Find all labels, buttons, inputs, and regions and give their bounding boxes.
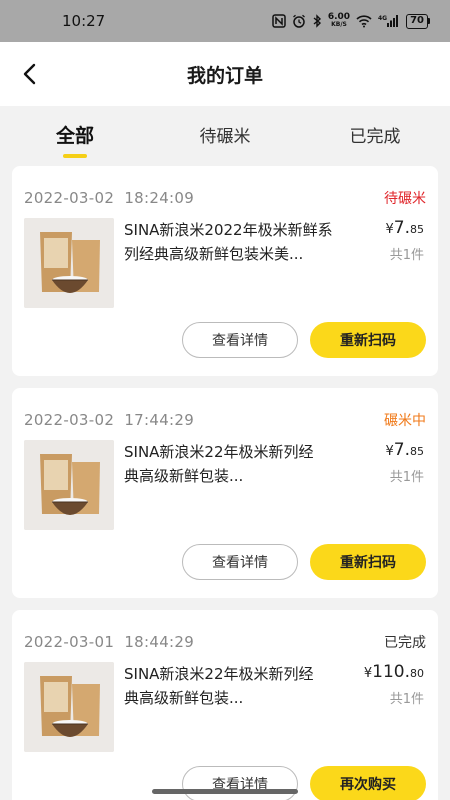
product-price: ¥110.80 bbox=[364, 662, 424, 682]
order-body: SINA新浪米22年极米新列经典高级新鲜包装... ¥110.80 共1件 bbox=[24, 662, 426, 752]
product-price: ¥7.85 bbox=[385, 218, 424, 238]
chevron-left-icon bbox=[23, 63, 36, 85]
active-tab-indicator bbox=[63, 153, 87, 158]
order-card[interactable]: 2022-03-01 18:44:29 已完成 SINA新浪米22年极米新列经典… bbox=[12, 610, 438, 800]
order-list: 2022-03-02 18:24:09 待碾米 SINA新浪米2022年极米新鲜… bbox=[0, 160, 450, 800]
price-decimal: 85 bbox=[410, 223, 424, 236]
view-details-button[interactable]: 查看详情 bbox=[182, 766, 298, 800]
nfc-icon bbox=[272, 13, 286, 29]
price-column: ¥7.85 共1件 bbox=[385, 218, 424, 263]
svg-text:4G: 4G bbox=[378, 15, 387, 22]
order-datetime: 2022-03-01 18:44:29 bbox=[24, 633, 194, 651]
order-time: 18:24:09 bbox=[124, 189, 195, 207]
price-column: ¥110.80 共1件 bbox=[364, 662, 424, 707]
order-datetime: 2022-03-02 18:24:09 bbox=[24, 189, 194, 207]
order-actions: 查看详情 重新扫码 bbox=[182, 322, 426, 358]
alarm-icon bbox=[292, 13, 306, 29]
page-title: 我的订单 bbox=[186, 64, 263, 87]
back-button[interactable] bbox=[16, 60, 44, 88]
product-price: ¥7.85 bbox=[385, 440, 424, 460]
product-name: SINA新浪米22年极米新列经典高级新鲜包装... bbox=[124, 443, 314, 485]
order-datetime: 2022-03-02 17:44:29 bbox=[24, 411, 194, 429]
order-date: 2022-03-02 bbox=[24, 189, 115, 207]
tab-label: 待碾米 bbox=[199, 126, 251, 147]
price-column: ¥7.85 共1件 bbox=[385, 440, 424, 485]
status-time: 10:27 bbox=[62, 12, 106, 30]
order-card[interactable]: 2022-03-02 17:44:29 碾米中 SINA新浪米22年极米新列经典… bbox=[12, 388, 438, 598]
tab-label: 全部 bbox=[55, 124, 94, 147]
net-speed: 6.00 KB/S bbox=[328, 13, 350, 29]
order-actions: 查看详情 重新扫码 bbox=[182, 544, 426, 580]
product-thumbnail[interactable] bbox=[24, 440, 114, 530]
product-thumbnail[interactable] bbox=[24, 662, 114, 752]
product-name: SINA新浪米22年极米新列经典高级新鲜包装... bbox=[124, 665, 314, 707]
product-thumbnail[interactable] bbox=[24, 218, 114, 308]
product-name: SINA新浪米2022年极米新鲜系列经典高级新鲜包装米美... bbox=[124, 221, 333, 263]
price-symbol: ¥ bbox=[363, 666, 373, 681]
price-decimal: 80 bbox=[410, 667, 424, 680]
battery-icon: 70 bbox=[406, 13, 430, 29]
order-date: 2022-03-01 bbox=[24, 633, 115, 651]
view-details-button[interactable]: 查看详情 bbox=[182, 322, 298, 358]
order-actions: 查看详情 再次购买 bbox=[182, 766, 426, 800]
order-tabs: 全部 待碾米 已完成 bbox=[0, 106, 450, 160]
price-symbol: ¥ bbox=[385, 222, 394, 237]
price-symbol: ¥ bbox=[385, 444, 394, 459]
order-time: 17:44:29 bbox=[124, 411, 195, 429]
view-details-button[interactable]: 查看详情 bbox=[182, 544, 298, 580]
nav-bar: 我的订单 bbox=[0, 42, 450, 106]
battery-level: 70 bbox=[406, 13, 428, 29]
status-icons: 6.00 KB/S 4G 70 bbox=[272, 13, 430, 29]
tab-all[interactable]: 全部 bbox=[0, 119, 150, 158]
product-quantity: 共1件 bbox=[389, 248, 424, 263]
order-status: 待碾米 bbox=[384, 191, 426, 207]
price-integer: 7. bbox=[393, 440, 410, 460]
net-speed-unit: KB/S bbox=[331, 21, 347, 28]
price-decimal: 85 bbox=[410, 445, 424, 458]
signal-icon: 4G bbox=[378, 13, 400, 29]
tab-pending-milling[interactable]: 待碾米 bbox=[150, 120, 300, 147]
buy-again-button[interactable]: 再次购买 bbox=[310, 766, 426, 800]
order-date: 2022-03-02 bbox=[24, 411, 115, 429]
tab-completed[interactable]: 已完成 bbox=[300, 120, 450, 147]
wifi-icon bbox=[356, 13, 372, 29]
rescan-button[interactable]: 重新扫码 bbox=[310, 544, 426, 580]
home-indicator[interactable] bbox=[152, 789, 298, 794]
bluetooth-icon bbox=[312, 13, 322, 29]
order-time: 18:44:29 bbox=[124, 633, 195, 651]
price-integer: 110. bbox=[372, 662, 410, 682]
product-quantity: 共1件 bbox=[389, 470, 424, 485]
price-integer: 7. bbox=[393, 218, 410, 238]
order-status: 已完成 bbox=[384, 635, 426, 651]
order-body: SINA新浪米22年极米新列经典高级新鲜包装... ¥7.85 共1件 bbox=[24, 440, 426, 530]
order-body: SINA新浪米2022年极米新鲜系列经典高级新鲜包装米美... ¥7.85 共1… bbox=[24, 218, 426, 308]
status-bar: 10:27 6.00 KB/S 4G 70 bbox=[0, 0, 450, 42]
tab-label: 已完成 bbox=[349, 126, 401, 147]
order-card[interactable]: 2022-03-02 18:24:09 待碾米 SINA新浪米2022年极米新鲜… bbox=[12, 166, 438, 376]
rescan-button[interactable]: 重新扫码 bbox=[310, 322, 426, 358]
order-status: 碾米中 bbox=[384, 413, 426, 429]
product-quantity: 共1件 bbox=[389, 692, 424, 707]
net-speed-value: 6.00 bbox=[327, 12, 351, 22]
